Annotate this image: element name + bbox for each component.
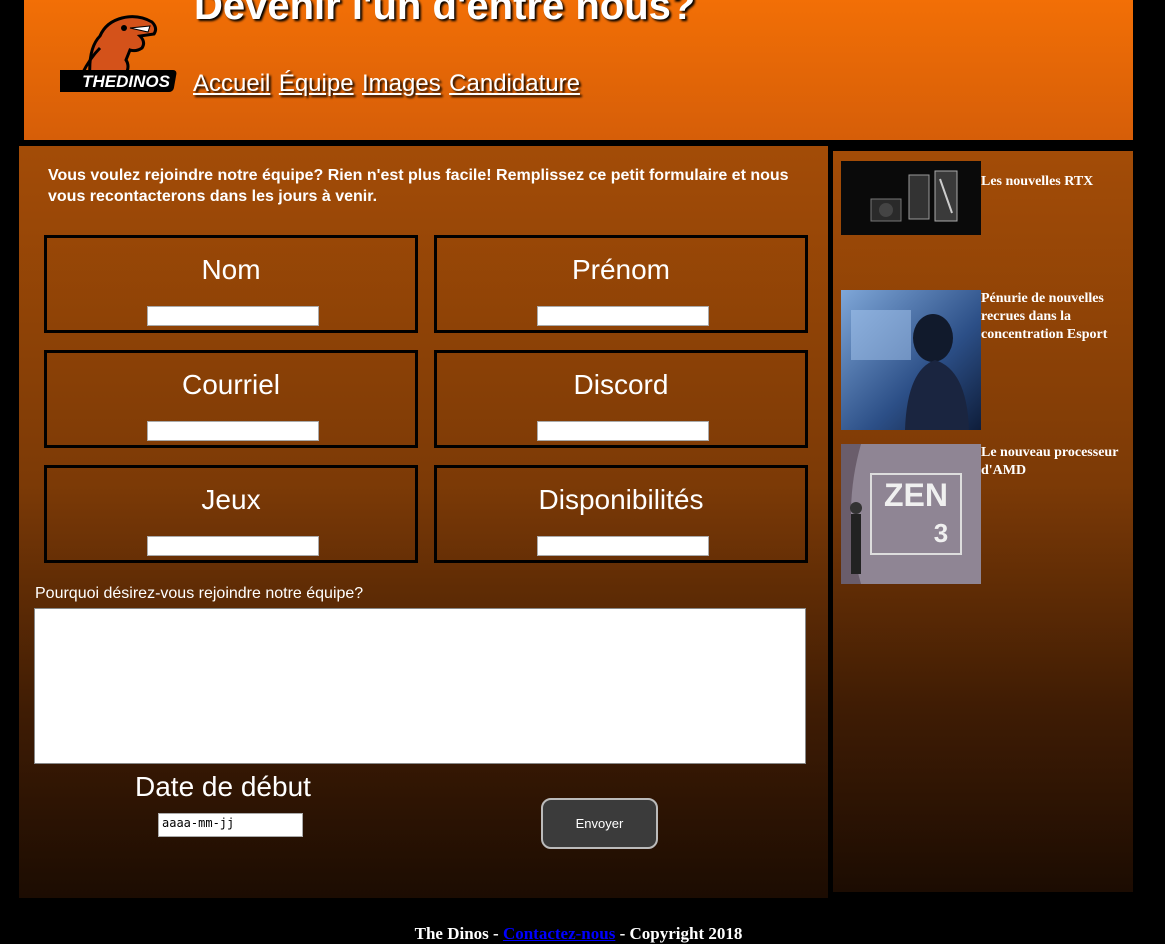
nav-link-candidature[interactable]: Candidature [449, 70, 580, 97]
news-item[interactable]: Les nouvelles RTX [841, 161, 1133, 235]
courriel-input[interactable] [147, 421, 319, 441]
discord-field-box: Discord [434, 350, 808, 448]
news-title[interactable]: Pénurie de nouvelles recrues dans la con… [981, 290, 1133, 344]
news-sidebar: Les nouvelles RTX Pénurie de nouvelles r… [833, 151, 1133, 892]
news-item[interactable]: Pénurie de nouvelles recrues dans la con… [841, 290, 1133, 430]
nav-link-images[interactable]: Images [362, 70, 441, 97]
disponibilites-field-box: Disponibilités [434, 465, 808, 563]
jeux-input[interactable] [147, 536, 319, 556]
prenom-label: Prénom [571, 254, 671, 285]
nom-field-box: Nom [44, 235, 418, 333]
nav-link-equipe[interactable]: Équipe [279, 70, 354, 97]
dinosaur-logo-icon: THEDINOS [49, 15, 177, 92]
nom-input[interactable] [147, 306, 319, 326]
news-title[interactable]: Les nouvelles RTX [981, 173, 1133, 191]
graphics-cards-icon [841, 161, 981, 235]
zen3-image[interactable]: ZEN 3 [841, 444, 981, 584]
gamer-photo-icon [841, 290, 981, 430]
thedinos-logo[interactable]: THEDINOS [49, 8, 190, 98]
why-label: Pourquoi désirez-vous rejoindre notre éq… [35, 585, 364, 602]
jeux-label: Jeux [201, 484, 261, 515]
jeux-field-box: Jeux [44, 465, 418, 563]
news-item[interactable]: ZEN 3 Le nouveau processeur d'AMD [841, 444, 1133, 584]
start-date-label: Date de début [135, 771, 311, 802]
page-title: Devenir l'un d'entre nous? [194, 0, 696, 28]
discord-label: Discord [573, 369, 669, 400]
nav-link-accueil[interactable]: Accueil [193, 70, 270, 97]
disponibilites-label: Disponibilités [538, 484, 704, 515]
graphics-cards-image[interactable] [841, 161, 981, 235]
gamer-image[interactable] [841, 290, 981, 430]
application-form-panel: Vous voulez rejoindre notre équipe? Rien… [19, 146, 828, 898]
svg-text:ZEN: ZEN [884, 477, 948, 513]
main-nav: Accueil Équipe Images Candidature [193, 70, 584, 98]
why-textarea[interactable] [34, 608, 806, 764]
prenom-field-box: Prénom [434, 235, 808, 333]
svg-text:THEDINOS: THEDINOS [82, 72, 171, 91]
start-date-input[interactable]: aaaa-mm-jj [158, 813, 303, 837]
site-header: THEDINOS Devenir l'un d'entre nous? Accu… [24, 0, 1133, 140]
footer-site-name: The Dinos - [414, 924, 503, 943]
contact-link[interactable]: Contactez-nous [503, 924, 615, 943]
nom-label: Nom [201, 254, 261, 285]
news-title[interactable]: Le nouveau processeur d'AMD [981, 444, 1133, 480]
disponibilites-input[interactable] [537, 536, 709, 556]
footer-copyright: - Copyright 2018 [615, 924, 743, 943]
footer-line: The Dinos - Contactez-nous - Copyright 2… [24, 924, 1133, 944]
courriel-label: Courriel [181, 369, 281, 400]
svg-text:3: 3 [934, 518, 948, 548]
discord-input[interactable] [537, 421, 709, 441]
courriel-field-box: Courriel [44, 350, 418, 448]
prenom-input[interactable] [537, 306, 709, 326]
form-intro: Vous voulez rejoindre notre équipe? Rien… [48, 167, 789, 205]
send-button[interactable]: Envoyer [541, 798, 658, 849]
zen3-photo-icon: ZEN 3 [841, 444, 981, 584]
site-footer: The Dinos - Contactez-nous - Copyright 2… [24, 904, 1133, 944]
